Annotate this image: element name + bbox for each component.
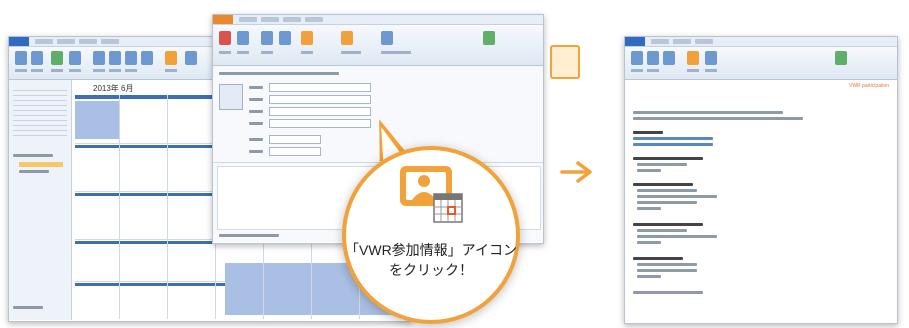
new-appointment-icon[interactable] bbox=[15, 51, 27, 65]
file-tab[interactable] bbox=[625, 37, 645, 46]
new-meeting-icon[interactable] bbox=[31, 51, 43, 65]
vwr-participation-info-icon[interactable] bbox=[687, 51, 699, 65]
tab[interactable] bbox=[305, 17, 323, 22]
delete-icon[interactable] bbox=[219, 31, 231, 45]
tab[interactable] bbox=[35, 39, 53, 44]
result-mail-window: VWR participation bbox=[624, 36, 898, 324]
tab[interactable] bbox=[651, 39, 669, 44]
schedule-view-icon[interactable] bbox=[141, 51, 153, 65]
categorize-icon[interactable] bbox=[835, 51, 847, 65]
tab[interactable] bbox=[101, 39, 119, 44]
scheduling-icon[interactable] bbox=[279, 31, 291, 45]
appointment-icon[interactable] bbox=[261, 31, 273, 45]
end-date-field[interactable] bbox=[269, 147, 321, 156]
day-view-icon[interactable] bbox=[93, 51, 105, 65]
file-tab[interactable] bbox=[213, 15, 233, 24]
tab[interactable] bbox=[283, 17, 301, 22]
caption-line-1: 「VWR参加情報」アイコン bbox=[345, 242, 517, 258]
vwr-participation-info-icon[interactable] bbox=[341, 31, 353, 45]
appointment-ribbon-tabs bbox=[213, 15, 543, 25]
file-tab[interactable] bbox=[9, 37, 29, 46]
result-ribbon-tabs bbox=[625, 37, 897, 47]
right-arrow-icon bbox=[560, 161, 592, 183]
tab[interactable] bbox=[79, 39, 97, 44]
vwr-participation-info-icon[interactable] bbox=[165, 51, 177, 65]
invite-icon[interactable] bbox=[301, 31, 313, 45]
location-field[interactable] bbox=[269, 107, 371, 116]
mini-calendar[interactable] bbox=[13, 86, 67, 138]
show-as-icon[interactable] bbox=[381, 31, 393, 45]
invite-icon[interactable] bbox=[647, 51, 659, 65]
vwr-participation-info-icon bbox=[400, 166, 463, 223]
header-badge: VWR participation bbox=[848, 83, 889, 89]
caption-line-2: をクリック！ bbox=[389, 262, 473, 278]
today-icon[interactable] bbox=[51, 51, 63, 65]
month-view-icon[interactable] bbox=[125, 51, 137, 65]
subject-field[interactable] bbox=[269, 95, 371, 104]
tab[interactable] bbox=[695, 39, 713, 44]
start-date-field[interactable] bbox=[269, 135, 321, 144]
resource-field[interactable] bbox=[269, 119, 371, 128]
my-calendar-item[interactable] bbox=[19, 162, 63, 167]
categorize-icon[interactable] bbox=[483, 31, 495, 45]
scheduling-icon[interactable] bbox=[705, 51, 717, 65]
forward-icon[interactable] bbox=[237, 31, 249, 45]
tab[interactable] bbox=[239, 17, 257, 22]
save-icon[interactable] bbox=[631, 51, 643, 65]
navigation-pane bbox=[9, 80, 72, 320]
next-days-icon[interactable] bbox=[69, 51, 81, 65]
tab[interactable] bbox=[261, 17, 279, 22]
vwr-icon-highlight bbox=[550, 45, 580, 79]
send-button[interactable] bbox=[219, 84, 243, 110]
tab[interactable] bbox=[673, 39, 691, 44]
open-calendar-icon[interactable] bbox=[185, 51, 197, 65]
appointment-ribbon bbox=[213, 25, 543, 66]
callout-caption: 「VWR参加情報」アイコン をクリック！ bbox=[342, 240, 520, 280]
message-content bbox=[633, 95, 889, 317]
month-label: 2013年 6月 bbox=[93, 84, 134, 93]
appointment-icon[interactable] bbox=[663, 51, 675, 65]
week-view-icon[interactable] bbox=[109, 51, 121, 65]
result-ribbon bbox=[625, 47, 897, 80]
to-field[interactable] bbox=[269, 83, 371, 92]
tab[interactable] bbox=[57, 39, 75, 44]
